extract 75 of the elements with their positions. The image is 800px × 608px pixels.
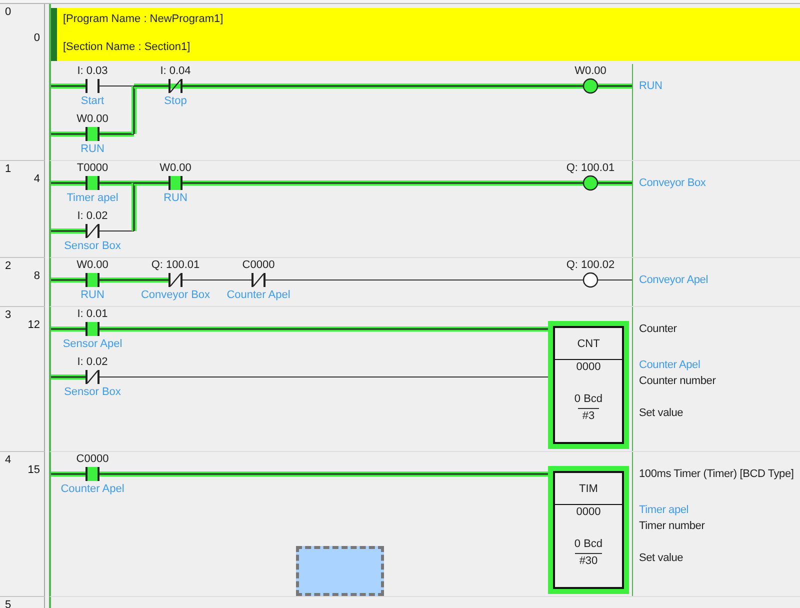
banner-text: [Program Name : NewProgram1] xyxy=(63,12,224,26)
operand-role: Set value xyxy=(639,551,684,566)
operand-value: 0000 xyxy=(576,505,601,520)
output-comment: Conveyor Apel xyxy=(639,273,708,288)
output-comment: RUN xyxy=(639,79,662,94)
address-label: W0.00 xyxy=(160,162,192,174)
comment-label: Counter Apel xyxy=(226,289,290,301)
address-label: W0.00 xyxy=(76,259,108,271)
comment-label: Sensor Box xyxy=(64,240,121,252)
address-label: W0.00 xyxy=(574,65,606,77)
comment-label: RUN xyxy=(80,143,104,155)
operand-value: #30 xyxy=(575,553,602,570)
rung-number: 0 xyxy=(5,5,12,19)
operand-comment: Timer apel xyxy=(639,503,689,518)
step-number: 4 xyxy=(34,172,40,186)
output-comment: Conveyor Box xyxy=(639,176,706,191)
address-label: I: 0.01 xyxy=(77,308,108,320)
address-label: C0000 xyxy=(242,259,275,271)
open-contact-symbol[interactable] xyxy=(86,176,100,190)
comment-label: RUN xyxy=(80,289,104,301)
operand-role: Timer number xyxy=(639,519,705,534)
operand-role: Counter number xyxy=(639,374,716,389)
operand-value: #3 xyxy=(578,408,599,425)
operand-role: Set value xyxy=(639,406,684,421)
address-label: T0000 xyxy=(76,162,108,174)
open-contact-symbol[interactable] xyxy=(86,467,100,481)
closed-contact-symbol[interactable] xyxy=(168,273,182,287)
comment-label: Start xyxy=(80,95,104,107)
comment-label: Timer apel xyxy=(66,192,118,204)
operand-comment: Counter Apel xyxy=(639,358,700,373)
closed-contact-symbol[interactable] xyxy=(168,79,182,93)
address-label: Q: 100.02 xyxy=(566,259,615,271)
rung-number: 2 xyxy=(5,259,12,273)
open-contact-symbol[interactable] xyxy=(168,176,182,190)
present-value: 0 Bcd xyxy=(574,392,603,407)
address-label: I: 0.02 xyxy=(77,356,108,368)
step-number: 15 xyxy=(28,463,40,477)
address-label: I: 0.04 xyxy=(160,65,191,77)
rung-number: 4 xyxy=(5,453,12,467)
address-label: I: 0.02 xyxy=(77,210,108,222)
output-coil-symbol[interactable] xyxy=(582,175,598,191)
comment-label: Sensor Box xyxy=(64,386,121,398)
banner-text: [Section Name : Section1] xyxy=(63,40,190,54)
step-number: 8 xyxy=(34,269,40,283)
closed-contact-symbol[interactable] xyxy=(86,224,100,238)
rung-number: 1 xyxy=(5,162,12,176)
address-label: C0000 xyxy=(76,453,109,465)
comment-label: Conveyor Box xyxy=(140,289,210,301)
address-label: Q: 100.01 xyxy=(151,259,200,271)
address-label: Q: 100.01 xyxy=(566,162,615,174)
instruction-mnemonic: TIM xyxy=(555,473,622,505)
comment-label: RUN xyxy=(164,192,188,204)
step-number: 12 xyxy=(28,318,40,332)
instruction-description: 100ms Timer (Timer) [BCD Type] xyxy=(639,467,794,482)
open-contact-symbol[interactable] xyxy=(86,322,100,336)
step-number: 0 xyxy=(34,31,40,45)
address-label: W0.00 xyxy=(76,113,108,125)
closed-contact-symbol[interactable] xyxy=(86,370,100,384)
rung-number: 3 xyxy=(5,308,12,322)
instruction-block[interactable]: CNT 0000 0 Bcd #3 xyxy=(548,321,629,449)
output-coil-symbol[interactable] xyxy=(582,78,598,94)
rung-number: 5 xyxy=(5,598,12,608)
comment-label: Stop xyxy=(164,95,187,107)
closed-contact-symbol[interactable] xyxy=(252,273,266,287)
operand-value: 0000 xyxy=(576,360,601,375)
open-contact-symbol[interactable] xyxy=(86,127,100,141)
address-label: I: 0.03 xyxy=(77,65,108,77)
comment-label: Sensor Apel xyxy=(62,338,122,350)
present-value: 0 Bcd xyxy=(574,537,603,552)
instruction-description: Counter xyxy=(639,322,677,337)
open-contact-symbol[interactable] xyxy=(86,273,100,287)
comment-label: Counter Apel xyxy=(60,483,124,495)
instruction-mnemonic: CNT xyxy=(555,328,622,360)
output-coil-symbol[interactable] xyxy=(582,272,598,288)
instruction-block[interactable]: TIM 0000 0 Bcd #30 xyxy=(548,466,629,594)
